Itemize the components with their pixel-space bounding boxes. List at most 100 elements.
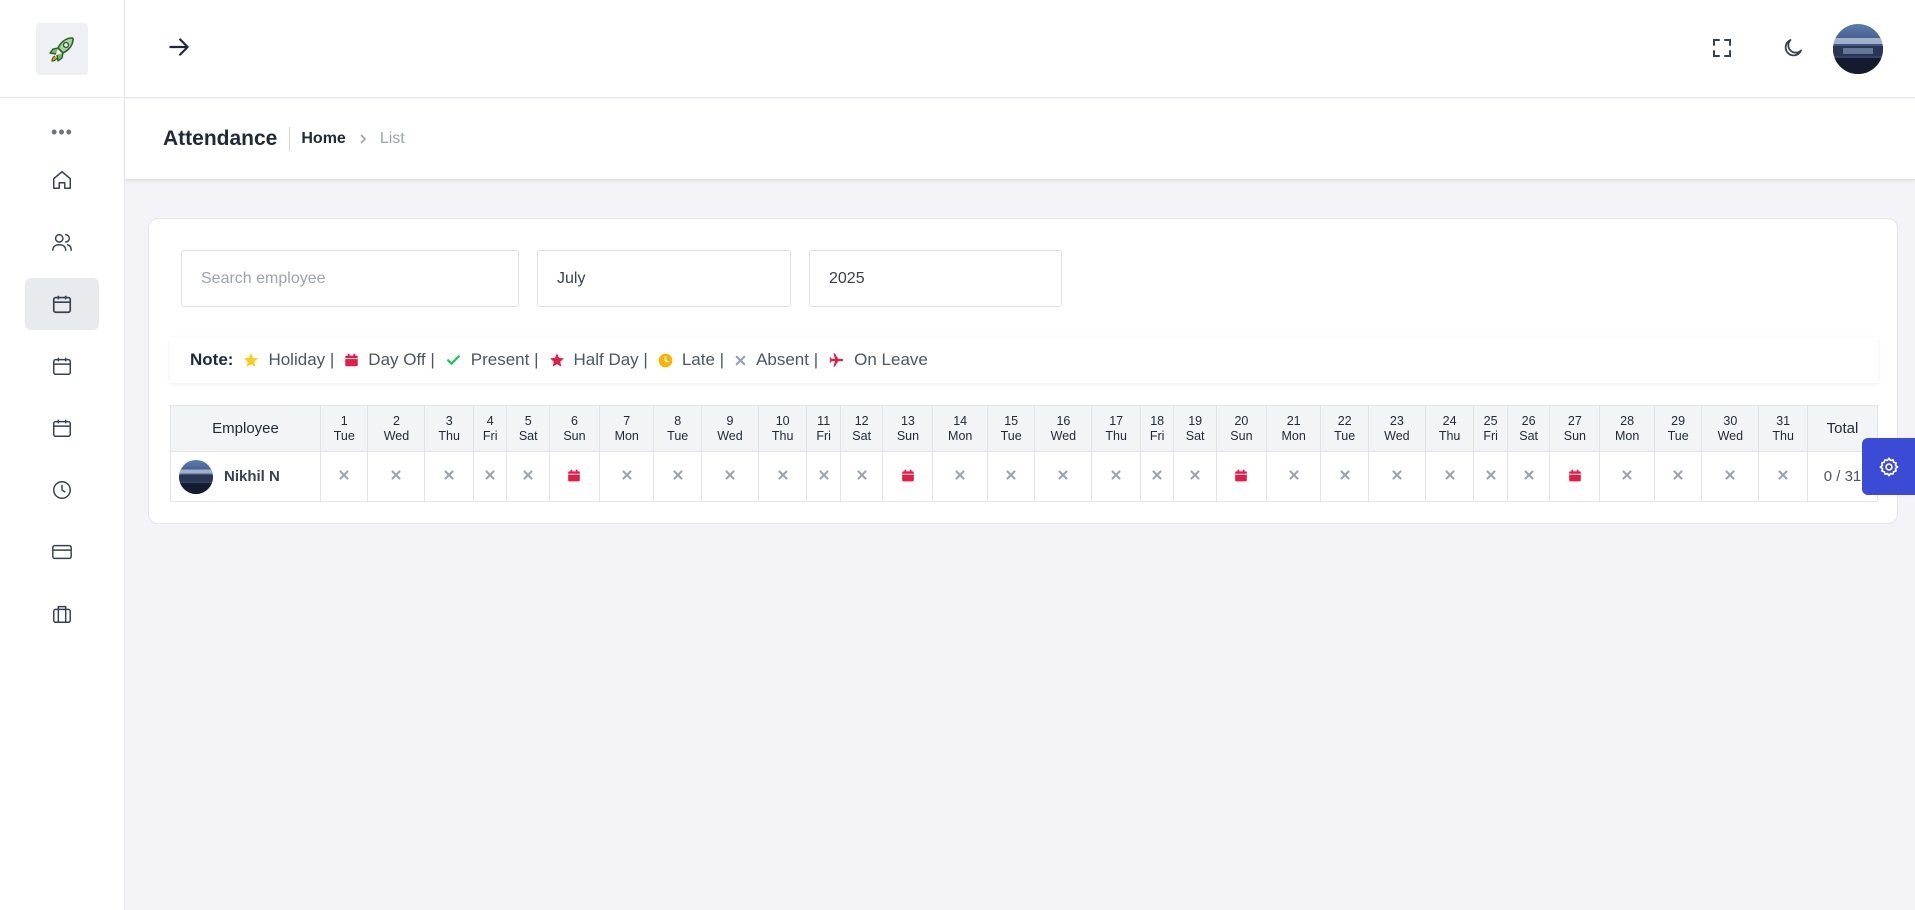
day-weekday: Mon <box>1614 428 1640 443</box>
attendance-cell-absent[interactable] <box>1424 451 1475 502</box>
day-weekday: Sun <box>896 428 920 443</box>
attendance-cell-absent[interactable] <box>1367 451 1426 502</box>
day-number: 5 <box>524 413 532 428</box>
rocket-logo-icon[interactable] <box>36 22 88 75</box>
attendance-cell-absent[interactable] <box>839 451 884 502</box>
attendance-cell-absent[interactable] <box>1091 451 1141 502</box>
search-employee-input[interactable] <box>181 250 519 307</box>
calendar-icon <box>567 469 581 486</box>
sidebar-item-attendance[interactable] <box>25 278 99 330</box>
day-weekday: Mon <box>948 428 973 443</box>
calendar-icon <box>52 295 72 314</box>
legend-present: Present | <box>445 350 539 370</box>
day-column-header: 31 Thu <box>1758 405 1808 452</box>
settings-button[interactable] <box>1862 438 1915 495</box>
sidebar-item-users[interactable] <box>25 216 99 268</box>
calendar-icon <box>53 419 71 437</box>
sidebar-toggle-button[interactable] <box>163 31 195 63</box>
day-column-header: 7 Mon <box>598 405 655 452</box>
day-weekday: Sat <box>518 428 538 443</box>
attendance-cell-dayoff[interactable] <box>1215 451 1267 502</box>
attendance-cell-absent[interactable] <box>1320 451 1369 502</box>
attendance-cell-absent[interactable] <box>1758 451 1808 502</box>
day-column-header: 6 Sun <box>548 405 600 452</box>
day-column-header: 14 Mon <box>932 405 988 452</box>
fullscreen-button[interactable] <box>1707 33 1737 63</box>
attendance-cell-absent[interactable] <box>932 451 988 502</box>
attendance-cell-dayoff[interactable] <box>882 451 934 502</box>
breadcrumb-home[interactable]: Home <box>301 130 345 148</box>
attendance-cell-absent[interactable] <box>757 451 808 502</box>
attendance-cell-absent[interactable] <box>1701 451 1760 502</box>
day-number: 7 <box>623 413 631 428</box>
close-icon <box>1444 470 1456 484</box>
employee-cell[interactable]: Nikhil N <box>170 451 321 502</box>
year-select[interactable] <box>809 250 1062 307</box>
close-icon <box>735 355 746 365</box>
table-header-row: Employee 1 Tue 2 Wed 3 Thu 4 Fri 5 Sat 6 Sun 7 Mon 8 Tu… <box>170 405 1878 452</box>
credit-card-icon <box>52 544 72 560</box>
sidebar-item-calendar-2[interactable] <box>25 340 99 392</box>
attendance-cell-absent[interactable] <box>319 451 369 502</box>
attendance-cell-dayoff[interactable] <box>548 451 600 502</box>
page-header: Attendance Home List <box>125 99 1915 180</box>
attendance-cell-dayoff[interactable] <box>1549 451 1601 502</box>
attendance-cell-absent[interactable] <box>472 451 508 502</box>
close-icon <box>1777 470 1789 484</box>
day-number: 4 <box>486 413 494 428</box>
attendance-cell-absent[interactable] <box>1599 451 1655 502</box>
attendance-cell-absent[interactable] <box>1139 451 1175 502</box>
day-weekday: Wed <box>1717 428 1744 443</box>
sidebar-item-clock[interactable] <box>25 464 99 516</box>
legend-note-label: Note: <box>190 350 234 369</box>
sidebar-item-calendar-3[interactable] <box>25 402 99 454</box>
month-select[interactable] <box>537 250 791 307</box>
more-dots-icon[interactable]: ••• <box>0 98 124 154</box>
sidebar-item-briefcase[interactable] <box>25 588 99 640</box>
attendance-cell-absent[interactable] <box>424 451 474 502</box>
day-weekday: Tue <box>1667 428 1689 443</box>
day-number: 12 <box>854 413 869 428</box>
day-column-header: 20 Sun <box>1215 405 1267 452</box>
attendance-cell-absent[interactable] <box>986 451 1036 502</box>
close-icon <box>672 470 684 484</box>
close-icon <box>1485 470 1497 484</box>
close-icon <box>1005 470 1017 484</box>
sidebar-item-home[interactable] <box>25 154 99 206</box>
close-icon <box>856 470 868 484</box>
user-avatar[interactable] <box>1833 24 1883 74</box>
day-column-header: 10 Thu <box>757 405 808 452</box>
arrow-right-icon <box>169 38 189 56</box>
attendance-cell-absent[interactable] <box>653 451 702 502</box>
attendance-cell-absent[interactable] <box>1653 451 1703 502</box>
day-column-header: 24 Thu <box>1424 405 1475 452</box>
attendance-cell-absent[interactable] <box>1265 451 1322 502</box>
attendance-cell-absent[interactable] <box>506 451 550 502</box>
attendance-cell-absent[interactable] <box>806 451 841 502</box>
attendance-cell-absent[interactable] <box>1034 451 1093 502</box>
avatar <box>179 459 213 494</box>
attendance-cell-absent[interactable] <box>598 451 655 502</box>
close-icon <box>1057 470 1069 484</box>
day-number: 20 <box>1234 413 1249 428</box>
dark-mode-toggle[interactable] <box>1778 33 1808 63</box>
attendance-cell-absent[interactable] <box>700 451 759 502</box>
day-weekday: Sat <box>1185 428 1205 443</box>
close-icon <box>1110 470 1122 484</box>
legend-holiday: Holiday | <box>243 350 334 370</box>
day-number: 11 <box>817 413 831 428</box>
legend-on-leave: On Leave <box>828 350 928 370</box>
day-weekday: Fri <box>1149 428 1165 443</box>
attendance-cell-absent[interactable] <box>1473 451 1508 502</box>
sidebar-item-payments[interactable] <box>25 526 99 578</box>
day-weekday: Wed <box>717 428 743 443</box>
calendar-icon <box>1234 469 1248 486</box>
chevron-right-icon <box>358 133 368 145</box>
status-legend: Note: Holiday | Day Off | Present | Half… <box>170 337 1878 383</box>
close-icon <box>390 470 402 484</box>
attendance-cell-absent[interactable] <box>367 451 426 502</box>
attendance-cell-absent[interactable] <box>1506 451 1551 502</box>
day-weekday: Sun <box>563 428 586 443</box>
attendance-cell-absent[interactable] <box>1173 451 1217 502</box>
day-number: 17 <box>1109 413 1124 428</box>
